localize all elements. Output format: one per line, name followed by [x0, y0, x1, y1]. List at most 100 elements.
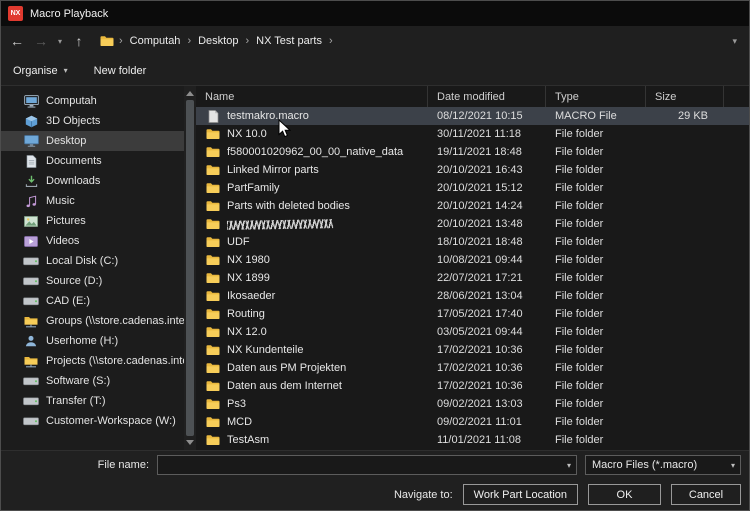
- table-row[interactable]: TestAsm11/01/2021 11:08File folder: [196, 431, 749, 449]
- file-name-cell: TestAsm: [196, 434, 428, 446]
- sidebar-item-3d-objects[interactable]: 3D Objects: [1, 111, 184, 131]
- navigation-bar: ← → ▾ ↑ ›Computah›Desktop›NX Test parts›…: [1, 26, 749, 56]
- sidebar-item-computah[interactable]: Computah: [1, 91, 184, 111]
- file-name-cell: testmakro.macro: [196, 110, 428, 123]
- table-row[interactable]: Ps309/02/2021 13:03File folder: [196, 395, 749, 413]
- table-row[interactable]: Parts with deleted bodies20/10/2021 14:2…: [196, 197, 749, 215]
- date-modified-cell: 28/06/2021 13:04: [428, 290, 546, 302]
- breadcrumb-separator-icon: ›: [185, 35, 193, 47]
- cancel-button[interactable]: Cancel: [671, 484, 741, 505]
- file-type-select[interactable]: Macro Files (*.macro) ▾: [585, 455, 741, 475]
- table-row[interactable]: NX 189922/07/2021 17:21File folder: [196, 269, 749, 287]
- scroll-up-icon[interactable]: [186, 91, 194, 96]
- sidebar-item-downloads[interactable]: Downloads: [1, 171, 184, 191]
- file-name-text: Daten aus PM Projekten: [227, 362, 346, 374]
- file-name-text: Ikosaeder: [227, 290, 275, 302]
- file-name-text: NX Kundenteile: [227, 344, 303, 356]
- sidebar-item-desktop[interactable]: Desktop: [1, 131, 184, 151]
- navigation-pane: Computah3D ObjectsDesktopDocumentsDownlo…: [1, 86, 184, 450]
- scroll-down-icon[interactable]: [186, 440, 194, 445]
- table-row[interactable]: Ikosaeder28/06/2021 13:04File folder: [196, 287, 749, 305]
- sidebar-item-source-d[interactable]: Source (D:): [1, 271, 184, 291]
- sidebar-item-transfer-t[interactable]: Transfer (T:): [1, 391, 184, 411]
- breadcrumb-item[interactable]: Desktop: [195, 35, 241, 47]
- table-row[interactable]: Daten aus dem Internet17/02/2021 10:36Fi…: [196, 377, 749, 395]
- type-cell: File folder: [546, 200, 646, 212]
- sidebar-item-label: Projects (\\store.cadenas.intern: [46, 355, 184, 367]
- user-icon: [23, 335, 39, 347]
- sidebar-item-customer-workspace-w[interactable]: Customer-Workspace (W:): [1, 411, 184, 431]
- table-row[interactable]: NX Kundenteile17/02/2021 10:36File folde…: [196, 341, 749, 359]
- chevron-down-icon[interactable]: ▾: [562, 461, 576, 470]
- file-name-cell: NX 1899: [196, 272, 428, 284]
- folder-icon: [205, 290, 221, 302]
- work-part-location-button[interactable]: Work Part Location: [463, 484, 578, 505]
- table-row[interactable]: NX 198010/08/2021 09:44File folder: [196, 251, 749, 269]
- file-name-cell: PartFamily: [196, 182, 428, 194]
- folder-icon: [205, 398, 221, 410]
- table-row[interactable]: f580001020962_00_00_native_data19/11/202…: [196, 143, 749, 161]
- sidebar-item-software-s[interactable]: Software (S:): [1, 371, 184, 391]
- breadcrumb[interactable]: ›Computah›Desktop›NX Test parts›▾: [92, 29, 744, 53]
- ok-button[interactable]: OK: [588, 484, 661, 505]
- date-modified-cell: 17/05/2021 17:40: [428, 308, 546, 320]
- table-row[interactable]: testmakro.macro 08/12/2021 10:15MACRO Fil…: [196, 107, 749, 125]
- main-area: Computah3D ObjectsDesktopDocumentsDownlo…: [1, 86, 749, 450]
- folder-icon: [205, 182, 221, 194]
- column-header-type[interactable]: Type: [546, 86, 646, 107]
- desktop-icon: [23, 135, 39, 147]
- type-cell: File folder: [546, 218, 646, 230]
- file-name-cell: Routing: [196, 308, 428, 320]
- folder-icon: [205, 344, 221, 356]
- sidebar-item-music[interactable]: Music: [1, 191, 184, 211]
- column-header-date-modified[interactable]: Date modified: [428, 86, 546, 107]
- sidebar-item-userhome-h[interactable]: Userhome (H:): [1, 331, 184, 351]
- table-row[interactable]: Linked Mirror parts20/10/2021 16:43File …: [196, 161, 749, 179]
- date-modified-cell: 03/05/2021 09:44: [428, 326, 546, 338]
- date-modified-cell: 08/12/2021 10:15: [428, 110, 546, 122]
- table-row[interactable]: Routing17/05/2021 17:40File folder: [196, 305, 749, 323]
- new-folder-button[interactable]: New folder: [94, 65, 147, 77]
- sidebar-item-videos[interactable]: Videos: [1, 231, 184, 251]
- back-button[interactable]: ←: [6, 30, 28, 52]
- sidebar-item-projects-store-cadenas-intern[interactable]: Projects (\\store.cadenas.intern: [1, 351, 184, 371]
- folder-icon: [205, 416, 221, 428]
- type-cell: MACRO File: [546, 110, 646, 122]
- title-bar[interactable]: NX Macro Playback: [1, 1, 749, 26]
- organise-button[interactable]: Organise ▾: [13, 65, 68, 77]
- sidebar-item-pictures[interactable]: Pictures: [1, 211, 184, 231]
- folder-icon: [205, 326, 221, 338]
- file-name-text: testmakro.macro: [227, 110, 309, 122]
- type-cell: File folder: [546, 344, 646, 356]
- drive-icon: [23, 277, 39, 286]
- sidebar-scrollbar[interactable]: [184, 86, 196, 450]
- table-row[interactable]: NX 12.003/05/2021 09:44File folder: [196, 323, 749, 341]
- table-row[interactable]: MCD09/02/2021 11:01File folder: [196, 413, 749, 431]
- sidebar-item-label: Groups (\\store.cadenas.interna: [46, 315, 184, 327]
- file-name-text: f580001020962_00_00_native_data: [227, 146, 403, 158]
- file-name-input[interactable]: ▾: [157, 455, 577, 475]
- forward-button[interactable]: →: [30, 30, 52, 52]
- history-dropdown-icon[interactable]: ▾: [54, 37, 66, 46]
- sidebar-item-groups-store-cadenas-interna[interactable]: Groups (\\store.cadenas.interna: [1, 311, 184, 331]
- address-dropdown-icon[interactable]: ▾: [732, 36, 737, 47]
- table-row[interactable]: NX 10.030/11/2021 11:18File folder: [196, 125, 749, 143]
- table-row[interactable]: Daten aus PM Projekten17/02/2021 10:36Fi…: [196, 359, 749, 377]
- window-title: Macro Playback: [30, 8, 108, 20]
- sidebar-item-local-disk-c[interactable]: Local Disk (C:): [1, 251, 184, 271]
- type-cell: File folder: [546, 164, 646, 176]
- scrollbar-thumb[interactable]: [186, 100, 194, 436]
- folder-icon: [205, 434, 221, 446]
- table-row[interactable]: UDF18/10/2021 18:48File folder: [196, 233, 749, 251]
- breadcrumb-item[interactable]: NX Test parts: [253, 35, 325, 47]
- column-header-size[interactable]: Size: [646, 86, 724, 107]
- column-header-name[interactable]: Name: [196, 86, 428, 107]
- sidebar-item-cad-e[interactable]: CAD (E:): [1, 291, 184, 311]
- sidebar-item-documents[interactable]: Documents: [1, 151, 184, 171]
- breadcrumb-item[interactable]: Computah: [127, 35, 184, 47]
- up-button[interactable]: ↑: [68, 30, 90, 52]
- table-row[interactable]: PartFamily20/10/2021 15:12File folder: [196, 179, 749, 197]
- file-name-cell: Parts with deleted bodies: [196, 200, 428, 212]
- file-name-cell: NX 12.0: [196, 326, 428, 338]
- table-row[interactable]: 20/10/2021 13:48File folder: [196, 215, 749, 233]
